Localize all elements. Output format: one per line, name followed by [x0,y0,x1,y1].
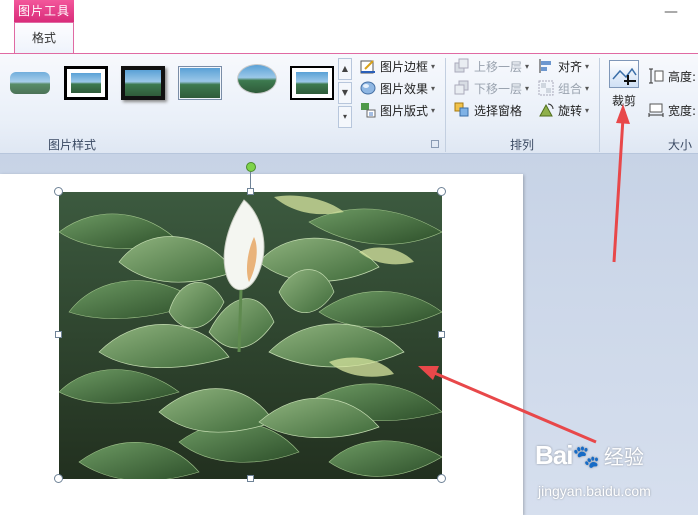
separator [445,58,446,152]
gallery-up-button[interactable]: ▲ [338,58,352,80]
picture-effects-button[interactable]: 图片效果 ▾ [360,78,435,98]
picture-border-icon [360,60,375,74]
crop-button[interactable]: 裁剪 ▾ [606,58,642,128]
resize-handle-right[interactable] [438,331,445,338]
minimize-button[interactable]: — [664,4,678,20]
separator [599,58,600,152]
width-field[interactable]: 宽度: [648,100,696,120]
crop-icon [609,60,639,88]
send-backward-icon [454,80,469,95]
picture-tools-context-label: 图片工具 [14,0,74,22]
width-icon [648,103,664,117]
rotate-icon [539,103,554,117]
resize-handle-top[interactable] [247,188,254,195]
picture-styles-launcher[interactable] [431,140,439,148]
bring-forward-button[interactable]: 上移一层 ▾ [454,56,529,76]
group-label-picture-styles: 图片样式 [48,138,97,152]
resize-handle-top-right[interactable] [437,187,446,196]
resize-handle-left[interactable] [55,331,62,338]
style-thumb-double-frame[interactable] [290,66,334,100]
watermark-url: jingyan.baidu.com [538,483,651,499]
title-bar: 图片工具 格式 — [0,0,698,54]
plant-photo [59,192,442,479]
align-icon [539,59,551,73]
selection-pane-button[interactable]: 选择窗格 [454,100,522,120]
picture-layout-button[interactable]: 图片版式 ▾ [360,100,435,120]
height-icon [649,68,664,84]
rotation-handle-stem [250,172,251,189]
selection-pane-icon [454,102,469,117]
style-thumb-oval[interactable] [235,62,279,102]
bring-forward-icon [454,58,469,73]
group-button[interactable]: 组合 ▾ [538,78,589,98]
send-backward-button[interactable]: 下移一层 ▾ [454,78,529,98]
rotate-button[interactable]: 旋转 ▾ [538,100,589,120]
baidu-paw-icon: 🐾 [572,445,600,470]
style-thumb-black-shadow[interactable] [121,66,165,100]
group-label-size: 大小 [668,138,693,152]
picture-border-button[interactable]: 图片边框 ▾ [360,56,435,76]
group-icon [538,80,554,96]
style-thumb-thick-black[interactable] [64,66,108,100]
gallery-more-button[interactable]: ▾ [338,106,352,128]
style-thumb-simple-frame[interactable] [178,66,222,100]
ribbon: ▲ ▼ ▾ 图片边框 ▾ 图片效果 ▾ 图片版式 ▾ 图片样式 上移一层 ▾ 下移一层 ▾… [0,53,698,154]
picture-layout-icon [361,103,376,118]
style-thumb-soft-edge[interactable] [8,66,52,100]
gallery-down-button[interactable]: ▼ [338,82,352,104]
tab-format[interactable]: 格式 [14,22,74,54]
resize-handle-bottom-left[interactable] [54,474,63,483]
height-field[interactable]: 高度: [648,66,696,86]
rotation-handle[interactable] [246,162,256,172]
selected-picture[interactable] [59,192,442,479]
resize-handle-bottom-right[interactable] [437,474,446,483]
align-button[interactable]: 对齐 ▾ [538,56,589,76]
baidu-watermark: Bai🐾 经验 [535,440,644,470]
resize-handle-bottom[interactable] [247,475,254,482]
resize-handle-top-left[interactable] [54,187,63,196]
group-label-arrange: 排列 [510,138,535,152]
gallery-scroll: ▲ ▼ ▾ [338,58,352,128]
picture-effects-icon [360,81,376,95]
